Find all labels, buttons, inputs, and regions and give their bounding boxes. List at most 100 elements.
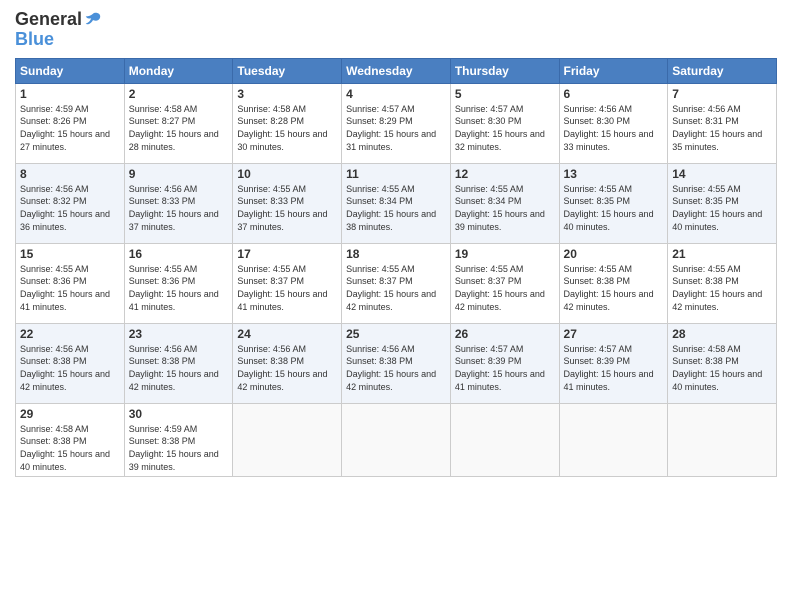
day-info: Sunrise: 4:56 AMSunset: 8:33 PMDaylight:… [129, 183, 229, 233]
day-info: Sunrise: 4:55 AMSunset: 8:35 PMDaylight:… [564, 183, 664, 233]
calendar-day-cell: 5Sunrise: 4:57 AMSunset: 8:30 PMDaylight… [450, 83, 559, 163]
day-info: Sunrise: 4:58 AMSunset: 8:38 PMDaylight:… [20, 423, 120, 473]
day-number: 25 [346, 327, 446, 341]
day-number: 21 [672, 247, 772, 261]
day-info: Sunrise: 4:58 AMSunset: 8:28 PMDaylight:… [237, 103, 337, 153]
day-number: 23 [129, 327, 229, 341]
day-number: 19 [455, 247, 555, 261]
calendar-day-cell: 25 Sunrise: 4:56 AMSunset: 8:38 PMDayligh… [342, 323, 451, 403]
day-info: Sunrise: 4:59 AMSunset: 8:26 PMDaylight:… [20, 103, 120, 153]
day-number: 4 [346, 87, 446, 101]
day-number: 12 [455, 167, 555, 181]
calendar-day-cell [342, 403, 451, 476]
day-info: Sunrise: 4:55 AMSunset: 8:36 PMDaylight:… [129, 263, 229, 313]
day-number: 29 [20, 407, 120, 421]
day-number: 3 [237, 87, 337, 101]
day-info: Sunrise: 4:56 AMSunset: 8:30 PMDaylight:… [564, 103, 664, 153]
calendar-day-cell: 9 Sunrise: 4:56 AMSunset: 8:33 PMDaylight… [124, 163, 233, 243]
calendar-day-cell: 4 Sunrise: 4:57 AMSunset: 8:29 PMDaylight… [342, 83, 451, 163]
calendar-day-cell [450, 403, 559, 476]
day-of-week-header: Thursday [450, 58, 559, 83]
day-number: 22 [20, 327, 120, 341]
day-number: 1 [20, 87, 120, 101]
calendar-day-cell: 14 Sunrise: 4:55 AMSunset: 8:35 PMDayligh… [668, 163, 777, 243]
calendar-day-cell: 3 Sunrise: 4:58 AMSunset: 8:28 PMDaylight… [233, 83, 342, 163]
day-info: Sunrise: 4:56 AMSunset: 8:38 PMDaylight:… [237, 343, 337, 393]
day-number: 17 [237, 247, 337, 261]
day-number: 16 [129, 247, 229, 261]
day-info: Sunrise: 4:56 AMSunset: 8:38 PMDaylight:… [20, 343, 120, 393]
calendar-day-cell: 10 Sunrise: 4:55 AMSunset: 8:33 PMDayligh… [233, 163, 342, 243]
day-info: Sunrise: 4:57 AMSunset: 8:39 PMDaylight:… [564, 343, 664, 393]
calendar-day-cell [559, 403, 668, 476]
calendar-header-row: SundayMondayTuesdayWednesdayThursdayFrid… [16, 58, 777, 83]
calendar-table: SundayMondayTuesdayWednesdayThursdayFrid… [15, 58, 777, 477]
calendar-day-cell: 17 Sunrise: 4:55 AMSunset: 8:37 PMDayligh… [233, 243, 342, 323]
calendar-day-cell: 6 Sunrise: 4:56 AMSunset: 8:30 PMDaylight… [559, 83, 668, 163]
day-number: 7 [672, 87, 772, 101]
logo-blue: Blue [15, 29, 54, 49]
logo: General Blue [15, 10, 102, 50]
day-number: 8 [20, 167, 120, 181]
calendar-day-cell: 29 Sunrise: 4:58 AMSunset: 8:38 PMDayligh… [16, 403, 125, 476]
day-info: Sunrise: 4:55 AMSunset: 8:34 PMDaylight:… [346, 183, 446, 233]
calendar-day-cell: 16 Sunrise: 4:55 AMSunset: 8:36 PMDayligh… [124, 243, 233, 323]
calendar-day-cell: 1 Sunrise: 4:59 AMSunset: 8:26 PMDaylight… [16, 83, 125, 163]
calendar-week-row: 22 Sunrise: 4:56 AMSunset: 8:38 PMDayligh… [16, 323, 777, 403]
day-number: 13 [564, 167, 664, 181]
day-number: 18 [346, 247, 446, 261]
calendar-day-cell: 21 Sunrise: 4:55 AMSunset: 8:38 PMDayligh… [668, 243, 777, 323]
calendar-day-cell: 12 Sunrise: 4:55 AMSunset: 8:34 PMDayligh… [450, 163, 559, 243]
day-number: 5 [455, 87, 555, 101]
calendar-week-row: 1 Sunrise: 4:59 AMSunset: 8:26 PMDaylight… [16, 83, 777, 163]
logo-general: General [15, 9, 82, 29]
day-number: 27 [564, 327, 664, 341]
day-number: 10 [237, 167, 337, 181]
calendar-day-cell: 15 Sunrise: 4:55 AMSunset: 8:36 PMDayligh… [16, 243, 125, 323]
day-info: Sunrise: 4:55 AMSunset: 8:37 PMDaylight:… [237, 263, 337, 313]
logo-block: General Blue [15, 10, 102, 50]
day-number: 2 [129, 87, 229, 101]
day-number: 24 [237, 327, 337, 341]
day-of-week-header: Wednesday [342, 58, 451, 83]
calendar-day-cell: 27 Sunrise: 4:57 AMSunset: 8:39 PMDayligh… [559, 323, 668, 403]
header: General Blue [15, 10, 777, 50]
day-info: Sunrise: 4:58 AMSunset: 8:38 PMDaylight:… [672, 343, 772, 393]
logo-bird-icon [84, 11, 102, 29]
day-info: Sunrise: 4:55 AMSunset: 8:37 PMDaylight:… [346, 263, 446, 313]
day-info: Sunrise: 4:59 AMSunset: 8:38 PMDaylight:… [129, 423, 229, 473]
calendar-week-row: 15 Sunrise: 4:55 AMSunset: 8:36 PMDayligh… [16, 243, 777, 323]
day-of-week-header: Sunday [16, 58, 125, 83]
calendar-day-cell: 22 Sunrise: 4:56 AMSunset: 8:38 PMDayligh… [16, 323, 125, 403]
calendar-day-cell: 8Sunrise: 4:56 AMSunset: 8:32 PMDaylight… [16, 163, 125, 243]
day-number: 26 [455, 327, 555, 341]
day-number: 15 [20, 247, 120, 261]
day-info: Sunrise: 4:56 AMSunset: 8:38 PMDaylight:… [346, 343, 446, 393]
day-number: 9 [129, 167, 229, 181]
day-info: Sunrise: 4:57 AMSunset: 8:29 PMDaylight:… [346, 103, 446, 153]
page: General Blue SundayMondayTuesdayWednesda… [0, 0, 792, 612]
day-info: Sunrise: 4:57 AMSunset: 8:39 PMDaylight:… [455, 343, 555, 393]
day-info: Sunrise: 4:55 AMSunset: 8:35 PMDaylight:… [672, 183, 772, 233]
day-of-week-header: Saturday [668, 58, 777, 83]
day-info: Sunrise: 4:58 AMSunset: 8:27 PMDaylight:… [129, 103, 229, 153]
day-info: Sunrise: 4:55 AMSunset: 8:38 PMDaylight:… [672, 263, 772, 313]
day-number: 14 [672, 167, 772, 181]
calendar-day-cell: 7Sunrise: 4:56 AMSunset: 8:31 PMDaylight… [668, 83, 777, 163]
day-of-week-header: Monday [124, 58, 233, 83]
calendar-day-cell: 11Sunrise: 4:55 AMSunset: 8:34 PMDayligh… [342, 163, 451, 243]
day-number: 28 [672, 327, 772, 341]
day-info: Sunrise: 4:56 AMSunset: 8:38 PMDaylight:… [129, 343, 229, 393]
day-info: Sunrise: 4:55 AMSunset: 8:33 PMDaylight:… [237, 183, 337, 233]
day-number: 20 [564, 247, 664, 261]
calendar-week-row: 8Sunrise: 4:56 AMSunset: 8:32 PMDaylight… [16, 163, 777, 243]
calendar-day-cell: 28 Sunrise: 4:58 AMSunset: 8:38 PMDayligh… [668, 323, 777, 403]
day-info: Sunrise: 4:55 AMSunset: 8:34 PMDaylight:… [455, 183, 555, 233]
calendar-day-cell: 24 Sunrise: 4:56 AMSunset: 8:38 PMDayligh… [233, 323, 342, 403]
day-info: Sunrise: 4:55 AMSunset: 8:36 PMDaylight:… [20, 263, 120, 313]
calendar-day-cell: 20Sunrise: 4:55 AMSunset: 8:38 PMDayligh… [559, 243, 668, 323]
calendar-day-cell: 13 Sunrise: 4:55 AMSunset: 8:35 PMDayligh… [559, 163, 668, 243]
calendar-day-cell: 18 Sunrise: 4:55 AMSunset: 8:37 PMDayligh… [342, 243, 451, 323]
day-number: 6 [564, 87, 664, 101]
calendar-day-cell: 2 Sunrise: 4:58 AMSunset: 8:27 PMDaylight… [124, 83, 233, 163]
